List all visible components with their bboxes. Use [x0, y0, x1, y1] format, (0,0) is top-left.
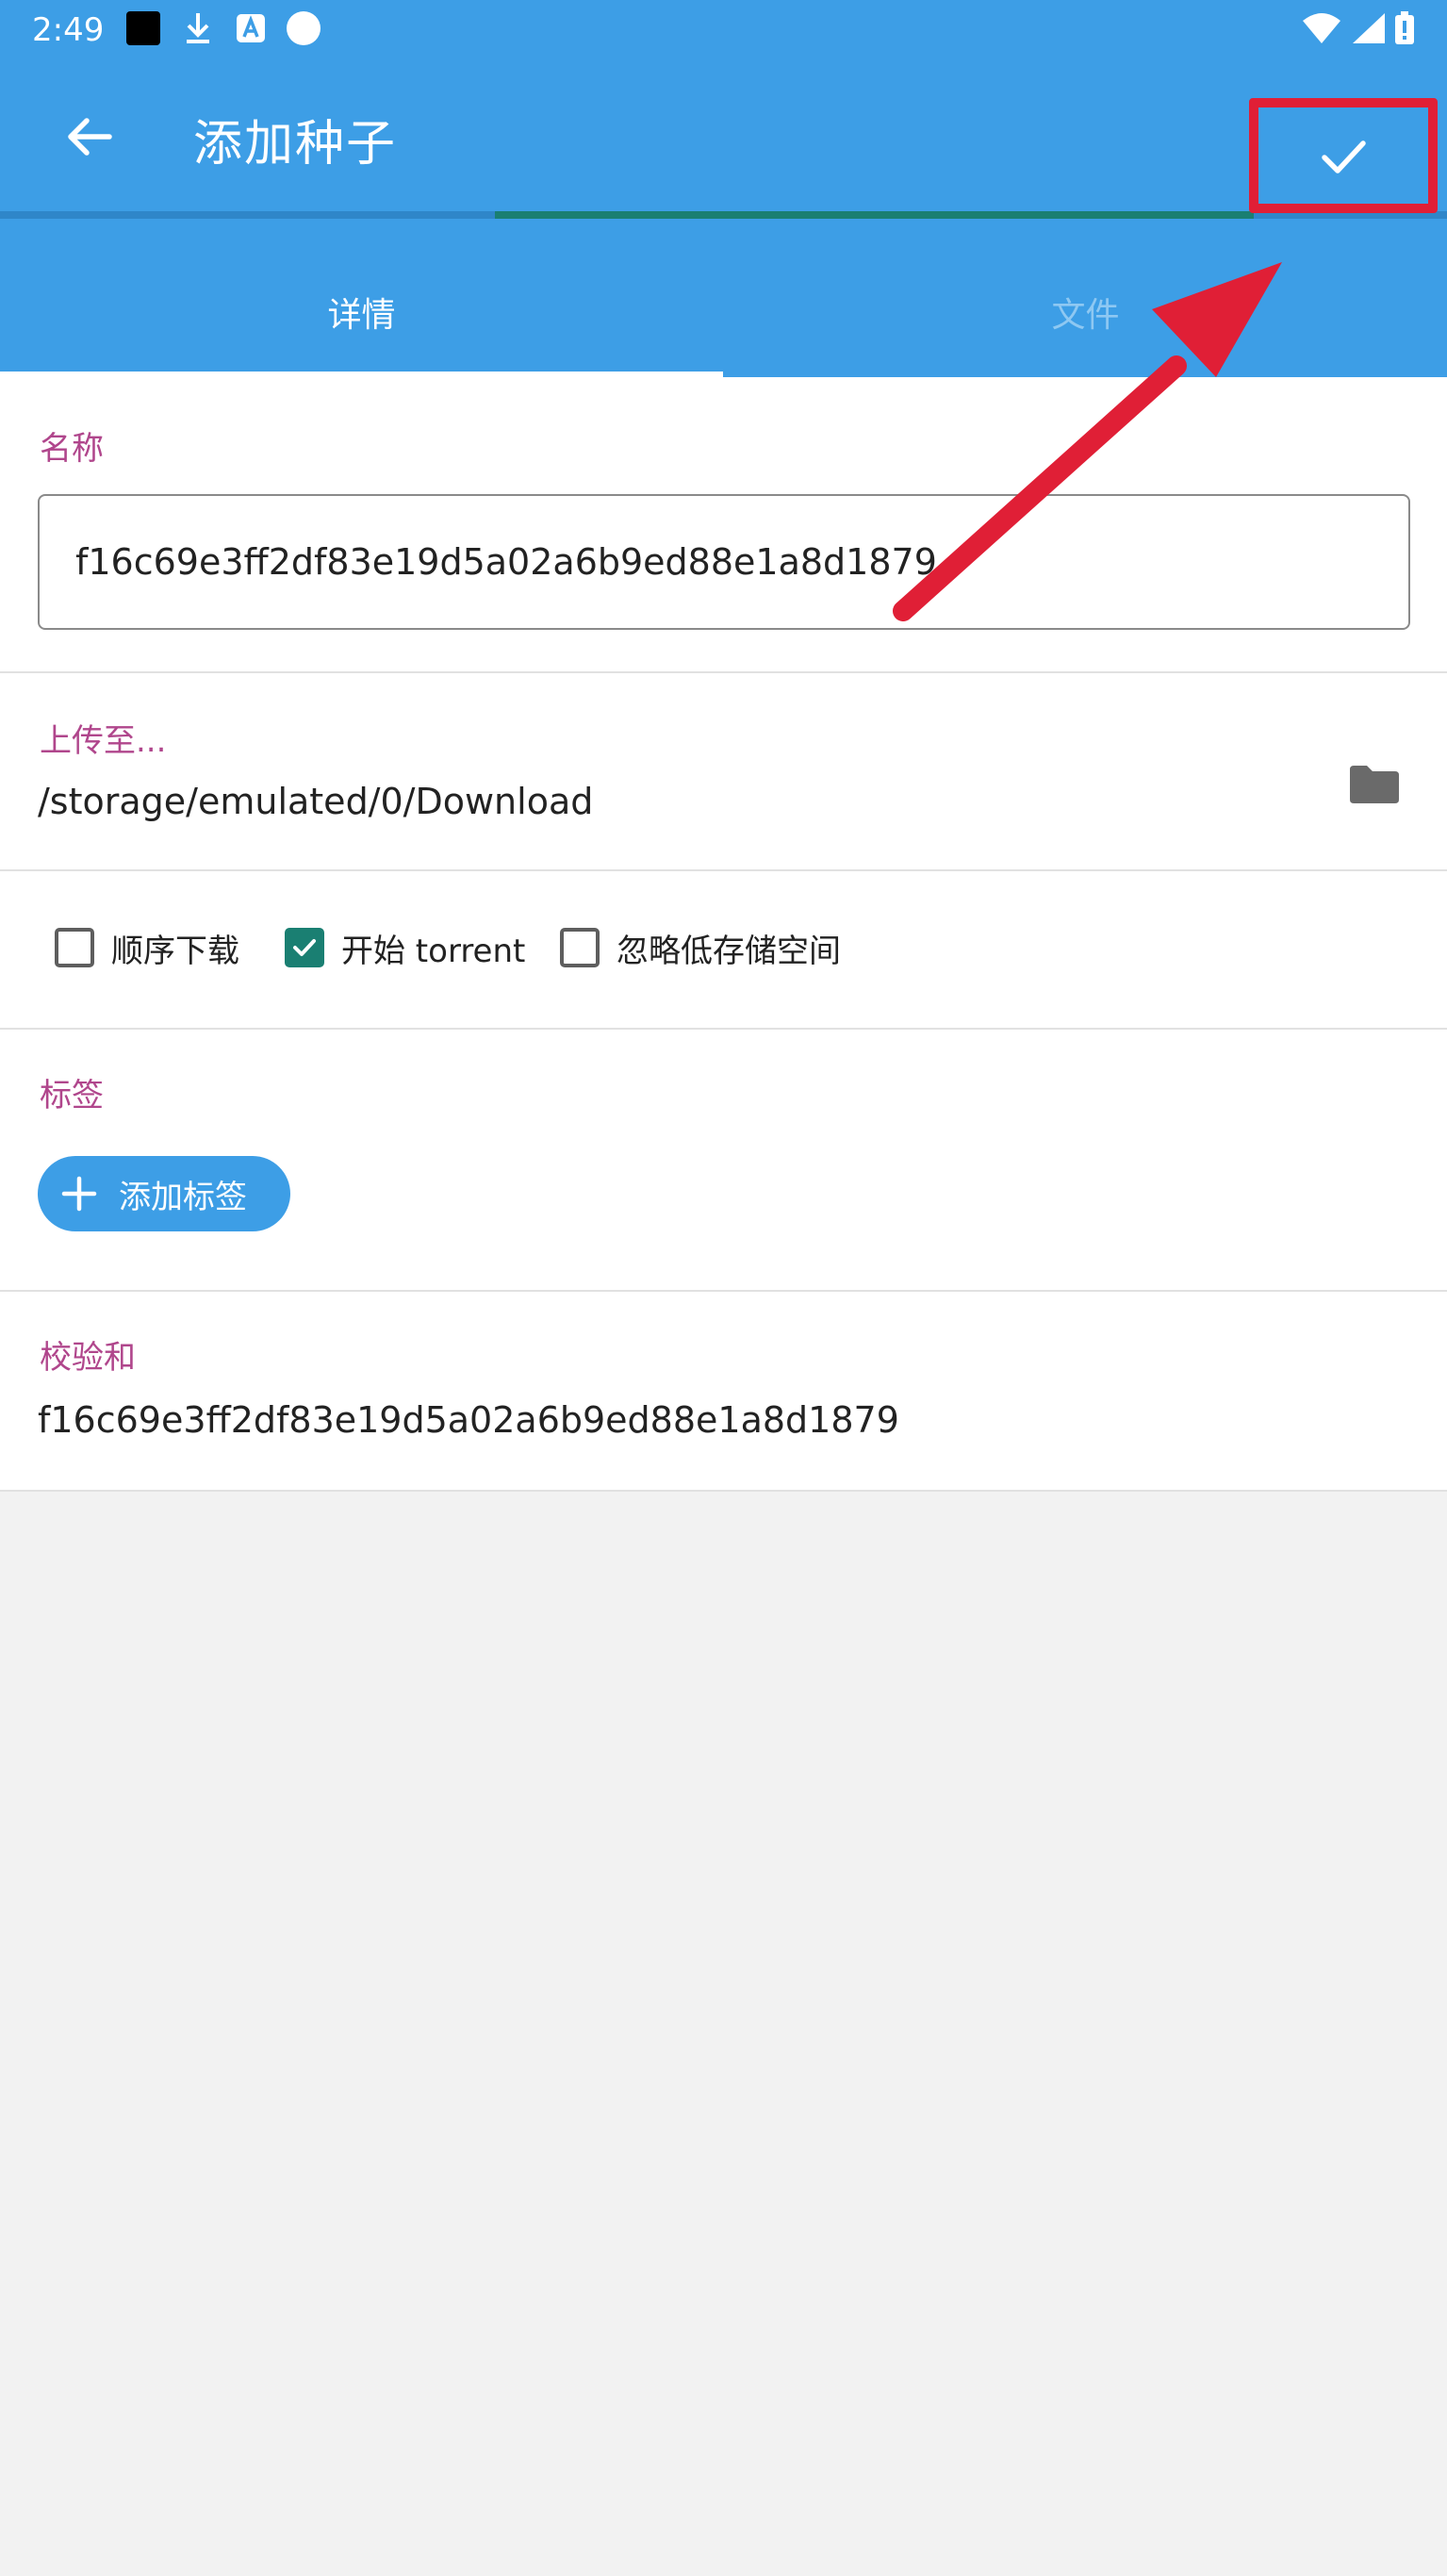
add-torrent-screen: 2:49 添加种子 详情 文件 名称 f16c69e3ff2df83e19d5a…: [0, 0, 1447, 2576]
toolbar: 添加种子: [0, 66, 1447, 207]
app-header: 2:49 添加种子 详情 文件: [0, 0, 1447, 377]
tab-details[interactable]: 详情: [0, 247, 723, 377]
ignore-low-storage-option[interactable]: 忽略低存储空间: [560, 869, 841, 1026]
tab-files[interactable]: 文件: [724, 247, 1447, 377]
sequential-download-option[interactable]: 顺序下载: [55, 869, 239, 1026]
tab-bar: 详情 文件: [0, 247, 1447, 377]
start-torrent-label: 开始 torrent: [341, 932, 526, 970]
name-label: 名称: [40, 430, 104, 468]
confirm-button[interactable]: [1249, 100, 1438, 213]
divider: [0, 671, 1447, 673]
sequential-download-label: 顺序下载: [111, 932, 239, 970]
signal-icon: [1350, 11, 1388, 45]
divider: [0, 1028, 1447, 1030]
app-a-icon: [234, 11, 268, 45]
notification-square-icon: [124, 11, 162, 45]
details-panel: 名称 f16c69e3ff2df83e19d5a02a6b9ed88e1a8d1…: [0, 377, 1447, 1492]
circle-icon: [285, 11, 322, 45]
wifi-icon: [1301, 11, 1342, 45]
folder-button[interactable]: [1337, 747, 1412, 822]
check-icon: [1322, 140, 1366, 173]
upload-path: /storage/emulated/0/Download: [38, 781, 594, 822]
name-input[interactable]: f16c69e3ff2df83e19d5a02a6b9ed88e1a8d1879: [38, 494, 1410, 630]
start-torrent-option[interactable]: 开始 torrent: [285, 869, 525, 1026]
add-tag-button[interactable]: 添加标签: [38, 1156, 290, 1231]
start-torrent-checkbox[interactable]: [285, 928, 324, 967]
sequential-download-checkbox[interactable]: [55, 928, 94, 967]
back-button[interactable]: [47, 94, 132, 179]
divider: [0, 1290, 1447, 1292]
progress-indicator: [495, 211, 1254, 219]
add-tag-label: 添加标签: [119, 1178, 247, 1216]
checksum-label: 校验和: [40, 1339, 136, 1377]
download-icon: [179, 11, 217, 45]
checkmark-icon: [293, 939, 316, 956]
page-title: 添加种子: [193, 116, 398, 173]
empty-background: [0, 1492, 1447, 2576]
plus-icon: [61, 1176, 97, 1212]
tags-label: 标签: [40, 1077, 104, 1115]
option-row: 顺序下载 开始 torrent 忽略低存储空间: [0, 869, 1447, 1026]
folder-icon: [1350, 766, 1399, 803]
arrow-left-icon: [68, 118, 112, 156]
ignore-low-storage-label: 忽略低存储空间: [617, 932, 841, 970]
status-time: 2:49: [32, 11, 105, 49]
ignore-low-storage-checkbox[interactable]: [560, 928, 600, 967]
checksum-value: f16c69e3ff2df83e19d5a02a6b9ed88e1a8d1879: [38, 1399, 899, 1441]
battery-icon: [1391, 11, 1418, 45]
upload-location-label: 上传至...: [40, 722, 167, 760]
status-bar: 2:49: [0, 0, 1447, 57]
